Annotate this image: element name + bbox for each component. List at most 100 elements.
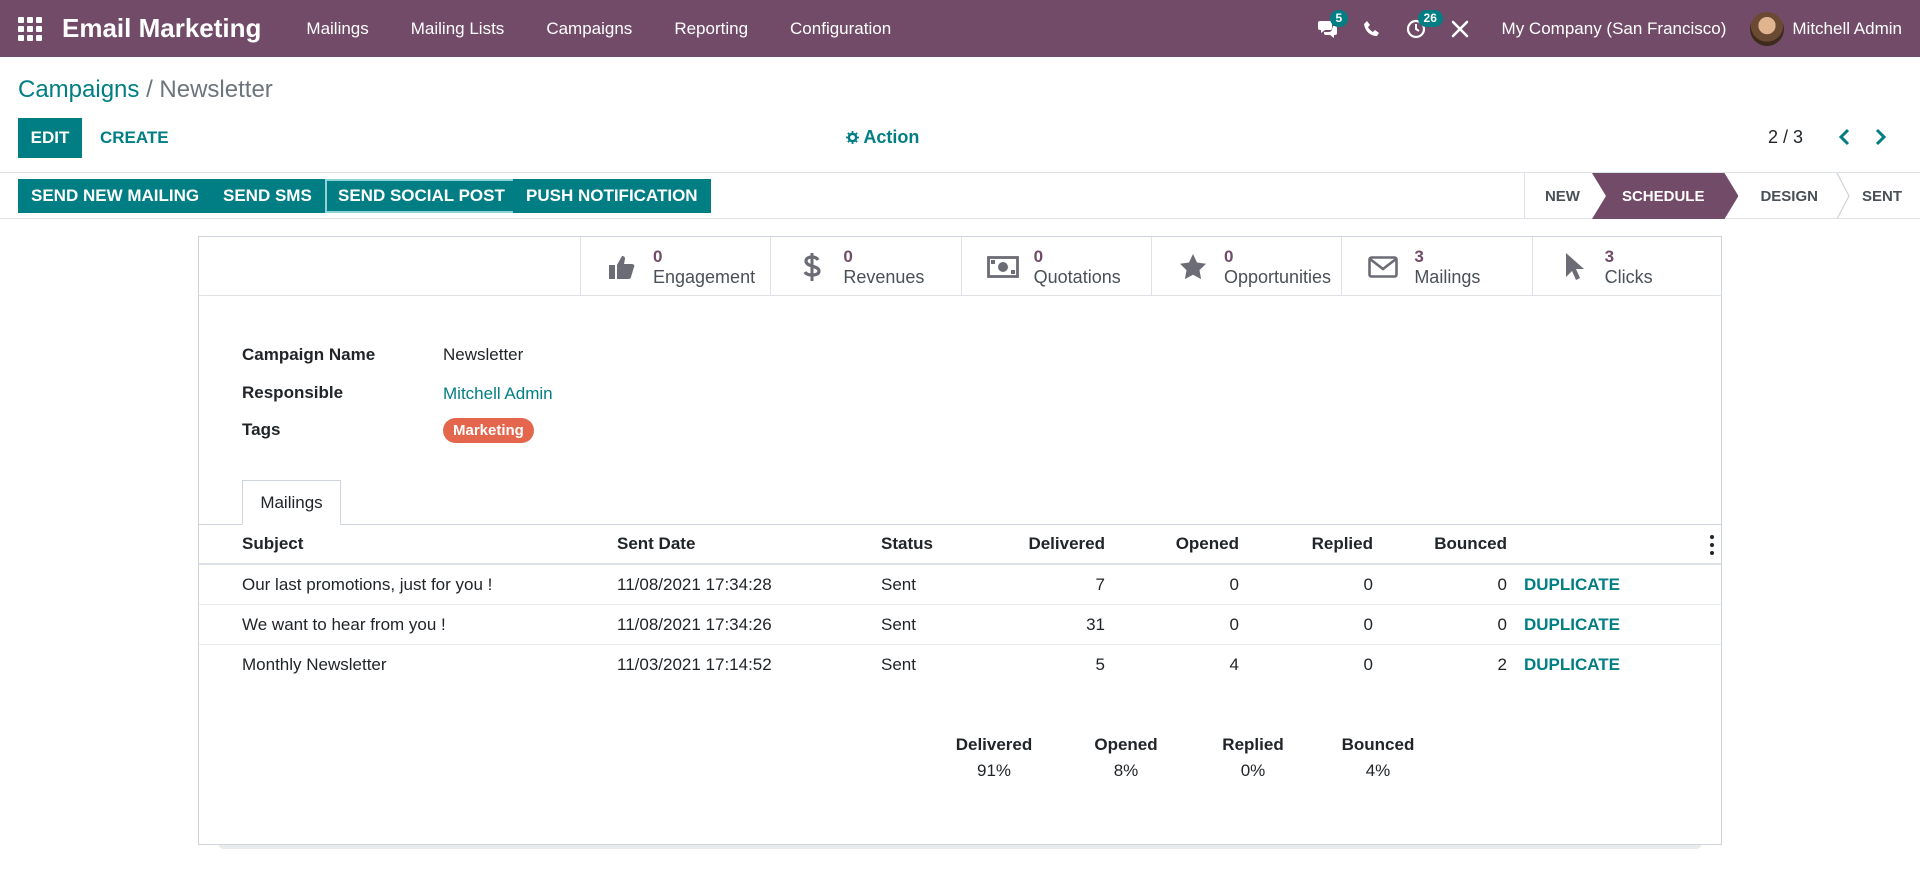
menu-reporting[interactable]: Reporting	[653, 19, 769, 39]
button-box-divider	[199, 295, 580, 296]
column-header-bounced[interactable]: Bounced	[1407, 534, 1507, 554]
stage-pipeline: NEW SCHEDULE DESIGN SENT	[1523, 173, 1920, 219]
pointer-icon	[1565, 252, 1584, 280]
pager-next-button[interactable]	[1870, 124, 1892, 150]
row-replied: 0	[1363, 615, 1373, 634]
chevron-right-icon	[1875, 128, 1887, 146]
quotations-label: Quotations	[1033, 266, 1121, 287]
summary-replied-value: 0%	[1240, 761, 1266, 780]
column-header-opened[interactable]: Opened	[1149, 534, 1239, 554]
row-status: Sent	[881, 615, 916, 634]
row-subject: Our last promotions, just for you !	[242, 575, 493, 594]
thumbs-up-icon	[609, 255, 635, 279]
row-bounced: 2	[1497, 655, 1507, 674]
row-replied: 0	[1363, 575, 1373, 594]
breadcrumb-campaigns-link[interactable]: Campaigns	[18, 76, 139, 103]
stage-sent-label: SENT	[1861, 187, 1902, 205]
row-status: Sent	[881, 575, 916, 594]
table-row[interactable]: We want to hear from you ! 11/08/2021 17…	[199, 605, 1721, 645]
menu-campaigns[interactable]: Campaigns	[525, 19, 653, 39]
opportunities-smart-button[interactable]: 0 Opportunities	[1150, 237, 1341, 296]
stage-design[interactable]: DESIGN	[1738, 173, 1838, 219]
row-opened: 4	[1229, 655, 1239, 674]
summary-bounced-label: Bounced	[1341, 735, 1415, 754]
menu-mailing-lists[interactable]: Mailing Lists	[390, 19, 526, 39]
column-header-sent-date[interactable]: Sent Date	[617, 534, 695, 554]
stage-schedule[interactable]: SCHEDULE	[1592, 173, 1739, 219]
stage-new[interactable]: NEW	[1525, 173, 1600, 219]
action-menu[interactable]: Action	[846, 127, 919, 148]
create-button[interactable]: CREATE	[89, 118, 180, 158]
row-sent-date: 11/08/2021 17:34:28	[617, 575, 772, 594]
row-sent-date: 11/03/2021 17:14:52	[617, 655, 772, 674]
summary-delivered-value: 91%	[976, 761, 1012, 780]
quotations-smart-button[interactable]: 0 Quotations	[960, 237, 1151, 296]
duplicate-button[interactable]: DUPLICATE	[1524, 645, 1620, 685]
optional-columns-icon[interactable]	[1709, 535, 1715, 555]
activity-clock-icon[interactable]: 26	[1394, 0, 1443, 57]
menu-mailings[interactable]: Mailings	[285, 19, 389, 39]
engagement-smart-button[interactable]: 0 Engagement	[580, 237, 770, 296]
debug-tools-icon[interactable]	[1438, 0, 1482, 57]
messages-badge: 5	[1329, 10, 1349, 27]
revenues-smart-button[interactable]: 0 Revenues	[770, 237, 960, 296]
opportunities-label: Opportunities	[1223, 266, 1332, 287]
user-menu[interactable]: Mitchell Admin	[1750, 11, 1902, 46]
summary-replied-label: Replied	[1222, 735, 1284, 754]
table-row[interactable]: Monthly Newsletter 11/03/2021 17:14:52 S…	[199, 645, 1721, 685]
engagement-label: Engagement	[653, 266, 756, 287]
duplicate-button[interactable]: DUPLICATE	[1524, 565, 1620, 605]
form-statusbar: SEND NEW MAILING SEND SMS SEND SOCIAL PO…	[0, 172, 1920, 219]
campaign-name-value: Newsletter	[443, 345, 524, 364]
menu-configuration[interactable]: Configuration	[769, 19, 912, 39]
column-header-delivered[interactable]: Delivered	[1021, 534, 1105, 554]
app-title[interactable]: Email Marketing	[62, 13, 261, 44]
campaign-name-label: Campaign Name	[242, 345, 376, 364]
row-delivered: 5	[1095, 655, 1105, 674]
stage-sent[interactable]: SENT	[1836, 173, 1920, 219]
summary-delivered-label: Delivered	[955, 735, 1033, 754]
column-header-status[interactable]: Status	[881, 534, 933, 554]
responsible-link[interactable]: Mitchell Admin	[443, 384, 553, 404]
pager-value[interactable]: 2 / 3	[1768, 127, 1803, 148]
mailings-value: 3	[1414, 246, 1424, 266]
column-header-replied[interactable]: Replied	[1279, 534, 1373, 554]
send-social-post-button[interactable]: SEND SOCIAL POST	[325, 179, 518, 213]
apps-menu-icon[interactable]	[16, 15, 44, 43]
table-row[interactable]: Our last promotions, just for you ! 11/0…	[199, 565, 1721, 605]
duplicate-button[interactable]: DUPLICATE	[1524, 605, 1620, 645]
summary-opened-label: Opened	[1094, 735, 1158, 754]
quotations-value: 0	[1033, 246, 1044, 266]
phone-icon[interactable]	[1350, 0, 1394, 57]
edit-button[interactable]: EDIT	[18, 118, 82, 158]
pager-previous-button[interactable]	[1833, 124, 1855, 150]
messages-icon[interactable]: 5	[1306, 0, 1350, 57]
action-label: Action	[863, 127, 920, 147]
revenues-label: Revenues	[843, 266, 925, 287]
mailings-smart-button[interactable]: 3 Mailings	[1341, 237, 1531, 296]
star-icon	[1179, 254, 1206, 280]
send-sms-button[interactable]: SEND SMS	[210, 179, 325, 213]
push-notification-button[interactable]: PUSH NOTIFICATION	[513, 179, 711, 213]
user-name: Mitchell Admin	[1792, 18, 1902, 38]
send-new-mailing-button[interactable]: SEND NEW MAILING	[18, 179, 213, 213]
row-opened: 0	[1229, 615, 1239, 634]
row-sent-date: 11/08/2021 17:34:26	[617, 615, 772, 634]
column-header-subject[interactable]: Subject	[242, 534, 303, 554]
row-bounced: 0	[1497, 575, 1507, 594]
summary-bounced-value: 4%	[1365, 761, 1391, 780]
tab-mailings[interactable]: Mailings	[242, 480, 341, 525]
clicks-smart-button[interactable]: 3 Clicks	[1531, 237, 1722, 296]
row-delivered: 31	[1086, 615, 1105, 634]
row-subject: We want to hear from you !	[242, 615, 446, 634]
company-switcher[interactable]: My Company (San Francisco)	[1502, 19, 1727, 39]
row-subject: Monthly Newsletter	[242, 655, 387, 674]
breadcrumb: Campaigns / Newsletter	[18, 76, 273, 104]
revenues-value: 0	[843, 246, 853, 266]
breadcrumb-current: Newsletter	[159, 76, 273, 103]
tags-label: Tags	[242, 420, 281, 439]
row-delivered: 7	[1095, 575, 1105, 594]
chevron-left-icon	[1838, 128, 1850, 146]
marketing-tag: Marketing	[443, 418, 534, 443]
money-icon	[986, 255, 1019, 278]
